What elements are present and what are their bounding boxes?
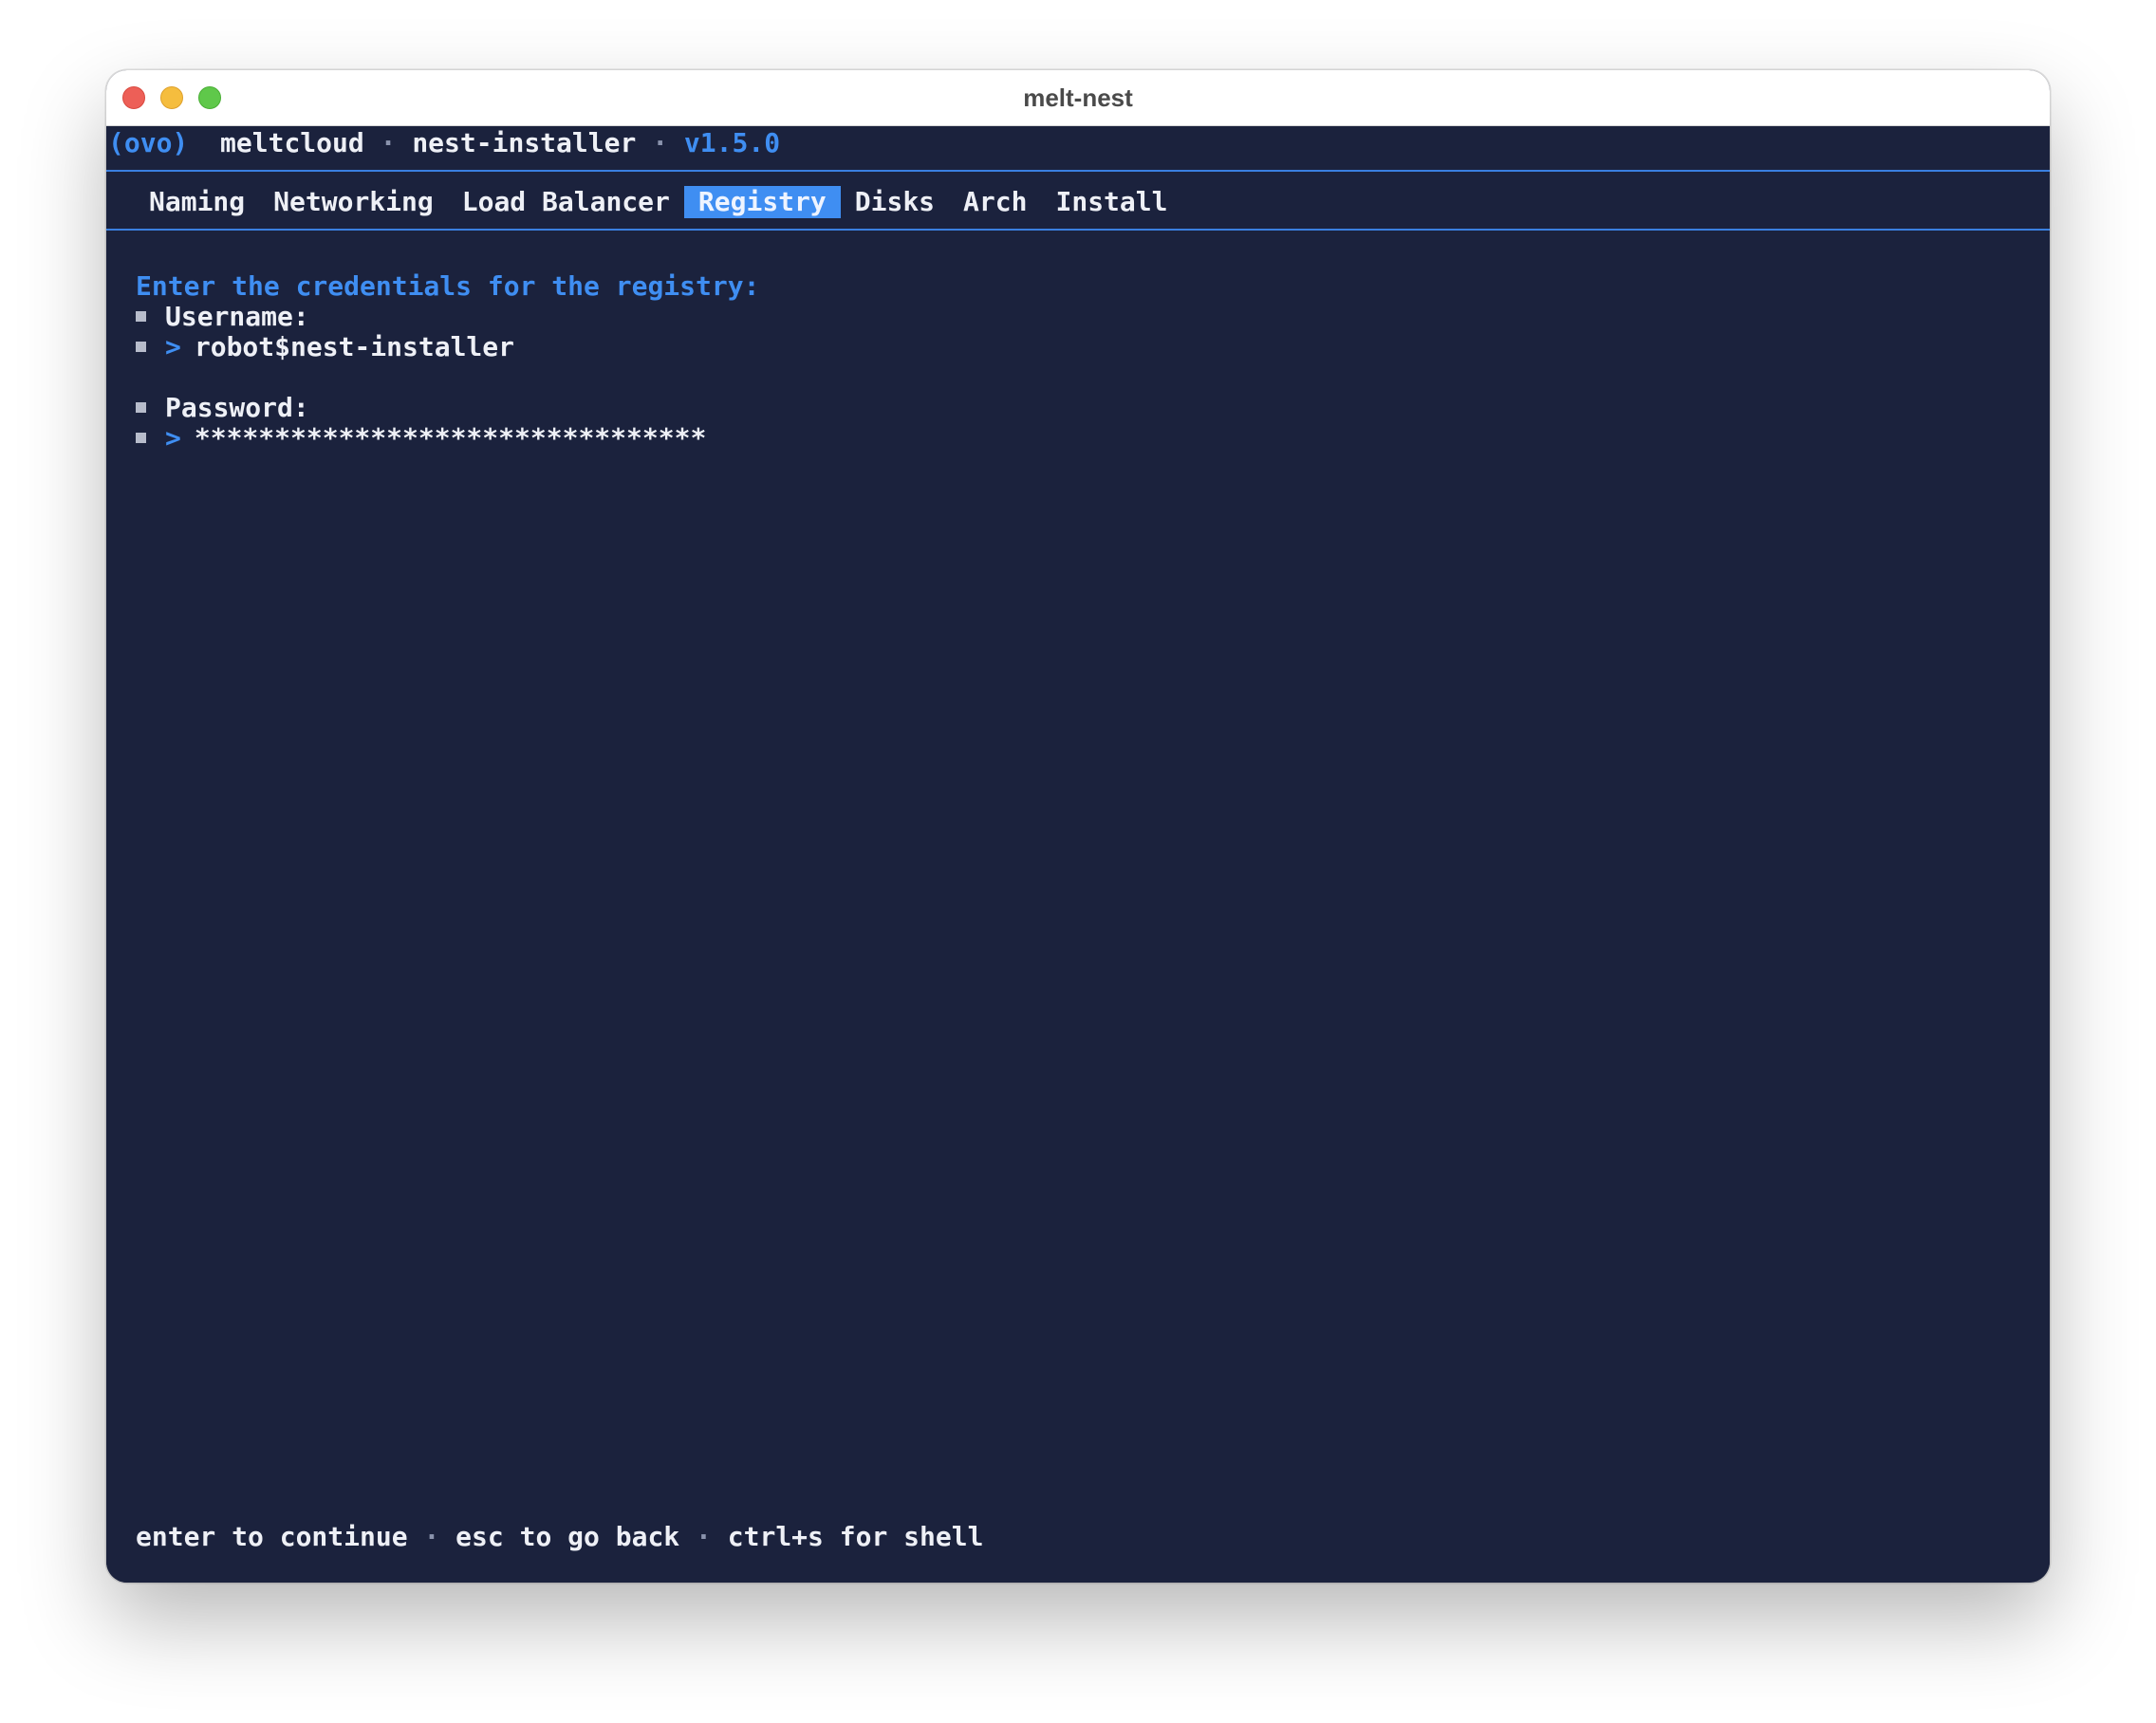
username-label-row: Username: (136, 302, 309, 332)
password-label: Password: (165, 392, 309, 423)
username-label: Username: (165, 301, 309, 332)
app-header: (ovo) meltcloud · nest-installer · v1.5.… (108, 128, 780, 158)
terminal-window: melt-nest (ovo) meltcloud · nest-install… (106, 70, 2050, 1583)
header-separator: · (380, 127, 397, 158)
tab-install[interactable]: Install (1041, 186, 1181, 218)
password-input[interactable]: > ******************************** (136, 423, 706, 454)
app-logo: (ovo) (108, 127, 189, 158)
hint-back: esc to go back (455, 1521, 680, 1552)
hint-shell: ctrl+s for shell (727, 1521, 984, 1552)
password-masked-value: ******************************** (194, 422, 707, 454)
terminal-content[interactable]: (ovo) meltcloud · nest-installer · v1.5.… (106, 126, 2050, 1583)
tabs-divider (106, 229, 2050, 231)
step-tabs: Naming Networking Load Balancer Registry… (135, 184, 1182, 220)
org-name: meltcloud (220, 127, 364, 158)
password-label-row: Password: (136, 393, 309, 423)
bullet-marker (136, 341, 146, 352)
hint-separator: · (423, 1521, 440, 1552)
bullet-marker (136, 401, 146, 413)
prompt-chevron-icon: > (165, 331, 181, 362)
header-divider (106, 170, 2050, 172)
tab-load-balancer[interactable]: Load Balancer (448, 186, 684, 218)
username-value: robot$nest-installer (194, 331, 515, 362)
username-input[interactable]: > robot$nest-installer (136, 332, 514, 362)
header-separator: · (652, 127, 669, 158)
tab-naming[interactable]: Naming (135, 186, 259, 218)
hint-continue: enter to continue (136, 1521, 408, 1552)
bullet-marker (136, 432, 146, 443)
tab-registry[interactable]: Registry (683, 186, 841, 218)
tab-arch[interactable]: Arch (949, 186, 1041, 218)
window-title: melt-nest (1023, 83, 1133, 112)
form-heading: Enter the credentials for the registry: (136, 270, 760, 302)
app-name: nest-installer (412, 127, 637, 158)
tab-networking[interactable]: Networking (259, 186, 448, 218)
bullet-marker (136, 310, 146, 322)
hint-separator: · (696, 1521, 712, 1552)
tab-disks[interactable]: Disks (841, 186, 949, 218)
prompt-chevron-icon: > (165, 422, 181, 454)
keyboard-hints: enter to continue · esc to go back · ctr… (136, 1522, 983, 1552)
app-version: v1.5.0 (683, 127, 781, 158)
title-bar[interactable]: melt-nest (106, 70, 2050, 126)
